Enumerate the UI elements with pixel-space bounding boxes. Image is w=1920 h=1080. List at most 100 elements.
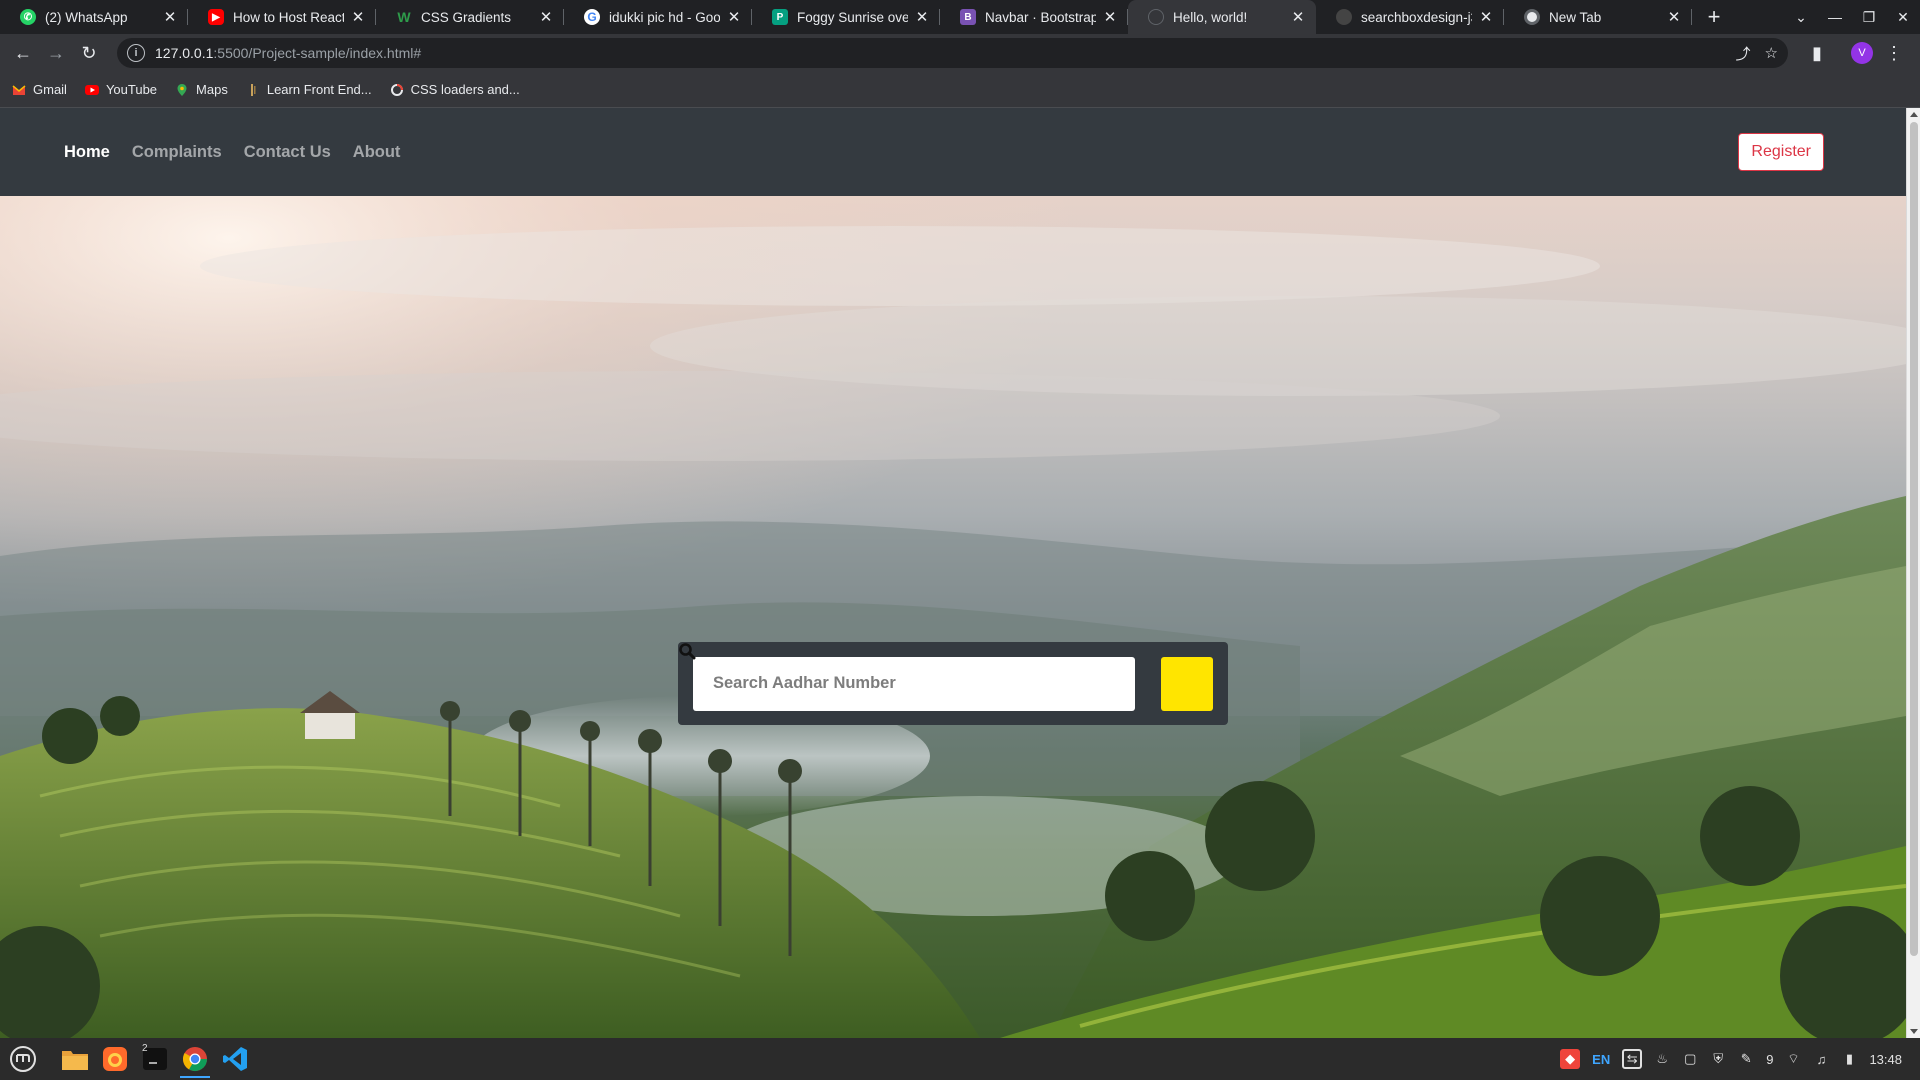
scrollbar-thumb[interactable] bbox=[1910, 122, 1918, 956]
close-icon[interactable]: ✕ bbox=[1666, 9, 1682, 26]
bookmark-youtube[interactable]: YouTube bbox=[84, 82, 158, 97]
whatsapp-icon: ✆ bbox=[20, 9, 36, 25]
tab-search-chevron-icon[interactable]: ⌄ bbox=[1784, 0, 1818, 34]
back-arrow-icon[interactable]: ← bbox=[8, 38, 38, 68]
maps-icon bbox=[177, 83, 187, 96]
search-button[interactable] bbox=[679, 643, 1213, 711]
terminal-window-count: 2 bbox=[142, 1043, 148, 1054]
site-info-icon[interactable]: i bbox=[127, 44, 145, 62]
share-icon[interactable]: ⤴ bbox=[1736, 43, 1751, 64]
tab-youtube-react[interactable]: ▶ How to Host React w ✕ bbox=[188, 0, 376, 34]
bookmark-label: YouTube bbox=[105, 82, 158, 97]
bookmark-learn-front-end[interactable]: Learn Front End... bbox=[246, 82, 372, 97]
nav-link-contact-us[interactable]: Contact Us bbox=[244, 143, 331, 162]
youtube-icon bbox=[84, 84, 99, 95]
codepen-icon bbox=[1336, 9, 1352, 25]
tab-css-gradients[interactable]: W CSS Gradients ✕ bbox=[376, 0, 564, 34]
close-icon[interactable]: ✕ bbox=[538, 9, 554, 26]
close-icon[interactable]: ✕ bbox=[1102, 9, 1118, 26]
cssgradient-icon: W bbox=[397, 9, 411, 25]
tab-title: New Tab bbox=[1549, 9, 1602, 25]
tab-codepen[interactable]: searchboxdesign-j31 ✕ bbox=[1316, 0, 1504, 34]
bookmark-maps[interactable]: Maps bbox=[175, 82, 228, 97]
search-icon bbox=[679, 643, 696, 660]
aadhar-search-input[interactable] bbox=[693, 656, 1135, 711]
clock[interactable]: 13:48 bbox=[1869, 1052, 1902, 1067]
battery-icon[interactable]: ▮ bbox=[1841, 1051, 1857, 1067]
page-viewport: Home Complaints Contact Us About Registe… bbox=[0, 108, 1906, 1038]
tab-pexels[interactable]: P Foggy Sunrise over th ✕ bbox=[752, 0, 940, 34]
restore-icon[interactable]: ❐ bbox=[1852, 0, 1886, 34]
scroll-down-arrow-icon[interactable] bbox=[1910, 1029, 1918, 1034]
close-icon[interactable]: ✕ bbox=[1290, 9, 1306, 26]
gmail-icon bbox=[12, 84, 26, 95]
register-button[interactable]: Register bbox=[1738, 133, 1824, 171]
close-icon[interactable]: ✕ bbox=[914, 9, 930, 26]
menu-kebab-icon[interactable]: ⋮ bbox=[1879, 38, 1909, 68]
bookmarks-bar: Gmail YouTube Maps Learn Front End... CS… bbox=[0, 72, 1920, 108]
tab-whatsapp[interactable]: ✆ (2) WhatsApp ✕ bbox=[0, 0, 188, 34]
reload-icon[interactable]: ↻ bbox=[74, 38, 104, 68]
shield-icon[interactable]: ⛨ bbox=[1710, 1051, 1726, 1067]
keyboard-language[interactable]: EN bbox=[1592, 1052, 1610, 1067]
tab-new-tab[interactable]: New Tab ✕ bbox=[1504, 0, 1692, 34]
close-icon[interactable]: ✕ bbox=[162, 9, 178, 26]
bookmark-css-loaders[interactable]: CSS loaders and... bbox=[390, 82, 520, 97]
nav-link-about[interactable]: About bbox=[353, 143, 401, 162]
hero-landscape-background bbox=[0, 196, 1906, 1038]
google-icon: G bbox=[584, 9, 600, 25]
site-navbar: Home Complaints Contact Us About Registe… bbox=[0, 108, 1906, 196]
side-panel-icon[interactable]: ▮ bbox=[1802, 38, 1832, 68]
forward-arrow-icon[interactable]: → bbox=[41, 38, 71, 68]
new-tab-button[interactable]: + bbox=[1700, 3, 1728, 31]
notifications-icon[interactable]: ✎ bbox=[1738, 1051, 1754, 1067]
tab-title: idukki pic hd - Googl bbox=[609, 9, 720, 25]
url-path: :5500/Project-sample/index.html# bbox=[213, 45, 422, 61]
tray-app-icon[interactable]: ♨ bbox=[1654, 1051, 1670, 1067]
close-icon[interactable]: ✕ bbox=[726, 9, 742, 26]
vscode-icon[interactable] bbox=[216, 1040, 254, 1078]
bookmark-gmail[interactable]: Gmail bbox=[12, 82, 67, 97]
page-scrollbar[interactable] bbox=[1906, 108, 1920, 1038]
scroll-up-arrow-icon[interactable] bbox=[1910, 112, 1918, 117]
chrome-taskbar-icon[interactable] bbox=[176, 1040, 214, 1078]
bookmark-label: Gmail bbox=[33, 82, 67, 97]
tab-bootstrap-navbar[interactable]: B Navbar · Bootstrap ✕ bbox=[940, 0, 1128, 34]
terminal-icon[interactable]: 2 bbox=[136, 1040, 174, 1078]
close-icon[interactable]: ✕ bbox=[350, 9, 366, 26]
search-panel bbox=[678, 642, 1228, 725]
profile-avatar[interactable]: V bbox=[1851, 42, 1873, 64]
nav-link-home[interactable]: Home bbox=[64, 143, 110, 162]
nav-links: Home Complaints Contact Us About bbox=[64, 143, 400, 162]
tab-title: Foggy Sunrise over th bbox=[797, 9, 908, 25]
minimize-icon[interactable]: — bbox=[1818, 0, 1852, 34]
tab-title: Hello, world! bbox=[1173, 9, 1248, 25]
notification-count: 9 bbox=[1766, 1051, 1774, 1067]
omnibox-actions: ⤴ ☆ bbox=[1736, 43, 1778, 64]
tab-title: searchboxdesign-j31 bbox=[1361, 9, 1472, 25]
loader-icon bbox=[390, 83, 403, 96]
sound-icon[interactable]: ♫ bbox=[1813, 1051, 1829, 1067]
anydesk-icon[interactable]: ◆ bbox=[1560, 1049, 1581, 1069]
close-window-icon[interactable]: ✕ bbox=[1886, 0, 1920, 34]
bootstrap-icon: B bbox=[960, 9, 976, 25]
address-bar[interactable]: i 127.0.0.1:5500/Project-sample/index.ht… bbox=[117, 38, 1788, 68]
firefox-icon[interactable] bbox=[96, 1040, 134, 1078]
nav-link-complaints[interactable]: Complaints bbox=[132, 143, 222, 162]
url-host: 127.0.0.1 bbox=[155, 45, 214, 61]
bookmark-label: Learn Front End... bbox=[266, 82, 372, 97]
linux-mint-menu-icon[interactable] bbox=[4, 1040, 42, 1078]
tab-google-search[interactable]: G idukki pic hd - Googl ✕ bbox=[564, 0, 752, 34]
landscape-illustration bbox=[0, 196, 1906, 1038]
clipboard-icon[interactable]: ▢ bbox=[1682, 1051, 1698, 1067]
tab-hello-world[interactable]: Hello, world! ✕ bbox=[1128, 0, 1316, 34]
files-folder-icon[interactable] bbox=[56, 1040, 94, 1078]
wifi-icon[interactable]: ⌔ bbox=[1785, 1051, 1801, 1067]
tab-separator bbox=[1691, 9, 1692, 25]
close-icon[interactable]: ✕ bbox=[1478, 9, 1494, 26]
system-tray: ◆ EN ⇆ ♨ ▢ ⛨ ✎ 9 ⌔ ♫ ▮ 13:48 bbox=[1560, 1049, 1916, 1069]
frontend-icon bbox=[250, 83, 256, 96]
browser-toolbar: ← → ↻ i 127.0.0.1:5500/Project-sample/in… bbox=[0, 34, 1920, 72]
bookmark-star-icon[interactable]: ☆ bbox=[1765, 44, 1778, 62]
workspace-switcher-icon[interactable]: ⇆ bbox=[1622, 1049, 1643, 1069]
